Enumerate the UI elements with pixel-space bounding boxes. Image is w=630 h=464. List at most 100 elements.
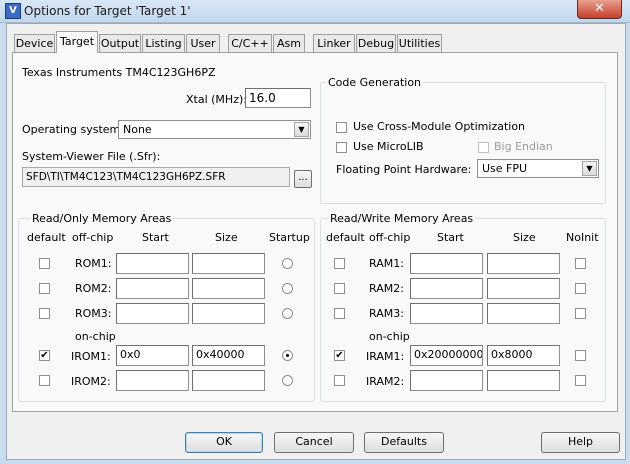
- tab-linker[interactable]: Linker: [313, 34, 355, 52]
- ram1-default-checkbox[interactable]: [334, 258, 345, 269]
- cross-module-checkbox[interactable]: [336, 122, 347, 133]
- ram3-noinit-checkbox[interactable]: [575, 308, 586, 319]
- iram2-label: IRAM2:: [366, 375, 405, 388]
- rom2-startup-radio[interactable]: [282, 283, 293, 294]
- iram2-size-input[interactable]: [487, 370, 560, 391]
- rom3-label: ROM3:: [75, 307, 112, 320]
- irom1-startup-radio[interactable]: [282, 350, 293, 361]
- svd-browse-button[interactable]: ...: [294, 170, 312, 188]
- ram2-start-input[interactable]: [410, 278, 483, 299]
- iram2-noinit-checkbox[interactable]: [575, 375, 586, 386]
- svd-label: System-Viewer File (.Sfr):: [22, 150, 161, 163]
- ram3-start-input[interactable]: [410, 303, 483, 324]
- window-title: Options for Target 'Target 1': [24, 4, 191, 18]
- ro-header-default: default: [27, 231, 66, 244]
- rw-header-offchip: off-chip: [369, 231, 411, 244]
- rom1-label: ROM1:: [75, 257, 112, 270]
- iram2-start-input[interactable]: [410, 370, 483, 391]
- iram1-default-checkbox[interactable]: ✔: [334, 350, 345, 361]
- rom1-start-input[interactable]: [116, 253, 189, 274]
- rw-header-size: Size: [513, 231, 536, 244]
- rom2-start-input[interactable]: [116, 278, 189, 299]
- tab-device[interactable]: Device: [14, 34, 55, 52]
- ram1-label: RAM1:: [369, 257, 404, 270]
- tab-asm[interactable]: Asm: [273, 34, 305, 52]
- uvision-icon: V: [5, 3, 21, 19]
- svd-input[interactable]: SFD\TI\TM4C123\TM4C123GH6PZ.SFR: [22, 167, 290, 187]
- iram1-noinit-checkbox[interactable]: [575, 350, 586, 361]
- rw-memory-title: Read/Write Memory Areas: [328, 212, 476, 225]
- iram1-label: IRAM1:: [366, 350, 405, 363]
- ok-button[interactable]: OK: [185, 432, 263, 453]
- rw-onchip-label: on-chip: [369, 330, 410, 343]
- fpu-label: Floating Point Hardware:: [336, 163, 472, 176]
- big-endian-label: Big Endian: [494, 140, 553, 153]
- rom3-start-input[interactable]: [116, 303, 189, 324]
- os-select[interactable]: None ▼: [118, 120, 311, 139]
- irom1-start-input[interactable]: 0x0: [116, 345, 189, 366]
- tab-debug[interactable]: Debug: [356, 34, 396, 52]
- close-button[interactable]: ✕: [577, 0, 622, 19]
- ram3-default-checkbox[interactable]: [334, 308, 345, 319]
- rom2-label: ROM2:: [75, 282, 112, 295]
- help-button[interactable]: Help: [541, 432, 620, 453]
- tab-user[interactable]: User: [186, 34, 220, 52]
- irom1-default-checkbox[interactable]: ✔: [39, 350, 50, 361]
- irom2-size-input[interactable]: [192, 370, 265, 391]
- iram2-default-checkbox[interactable]: [334, 375, 345, 386]
- microlib-checkbox[interactable]: [336, 142, 347, 153]
- rom3-default-checkbox[interactable]: [39, 308, 50, 319]
- big-endian-checkbox: [478, 142, 489, 153]
- ro-onchip-label: on-chip: [75, 330, 116, 343]
- ram2-size-input[interactable]: [487, 278, 560, 299]
- rw-header-start: Start: [437, 231, 464, 244]
- tab-c-cpp[interactable]: C/C++: [228, 34, 272, 52]
- device-name-label: Texas Instruments TM4C123GH6PZ: [22, 66, 216, 79]
- ram2-label: RAM2:: [369, 282, 404, 295]
- irom2-label: IROM2:: [71, 375, 111, 388]
- microlib-label: Use MicroLIB: [353, 140, 424, 153]
- ram2-noinit-checkbox[interactable]: [575, 283, 586, 294]
- ro-header-startup: Startup: [269, 231, 310, 244]
- irom2-default-checkbox[interactable]: [39, 375, 50, 386]
- xtal-label: Xtal (MHz):: [186, 93, 247, 106]
- irom1-label: IROM1:: [71, 350, 111, 363]
- tab-utilities[interactable]: Utilities: [397, 34, 442, 52]
- ram1-noinit-checkbox[interactable]: [575, 258, 586, 269]
- rw-header-noinit: NoInit: [566, 231, 599, 244]
- ro-header-offchip: off-chip: [72, 231, 114, 244]
- cancel-button[interactable]: Cancel: [274, 432, 354, 453]
- irom2-startup-radio[interactable]: [282, 375, 293, 386]
- rw-header-default: default: [326, 231, 365, 244]
- chevron-down-icon[interactable]: ▼: [582, 161, 597, 176]
- rom2-size-input[interactable]: [192, 278, 265, 299]
- os-label: Operating system:: [22, 123, 124, 136]
- iram1-start-input[interactable]: 0x20000000: [410, 345, 483, 366]
- irom2-start-input[interactable]: [116, 370, 189, 391]
- rom1-startup-radio[interactable]: [282, 258, 293, 269]
- rom3-size-input[interactable]: [192, 303, 265, 324]
- xtal-input[interactable]: 16.0: [245, 88, 311, 108]
- rom3-startup-radio[interactable]: [282, 308, 293, 319]
- os-value: None: [123, 123, 152, 136]
- fpu-select[interactable]: Use FPU ▼: [477, 159, 599, 178]
- rom1-default-checkbox[interactable]: [39, 258, 50, 269]
- ro-header-size: Size: [215, 231, 238, 244]
- code-generation-title: Code Generation: [326, 76, 424, 89]
- ram1-start-input[interactable]: [410, 253, 483, 274]
- rom1-size-input[interactable]: [192, 253, 265, 274]
- ram2-default-checkbox[interactable]: [334, 283, 345, 294]
- ram1-size-input[interactable]: [487, 253, 560, 274]
- irom1-size-input[interactable]: 0x40000: [192, 345, 265, 366]
- defaults-button[interactable]: Defaults: [364, 432, 444, 453]
- fpu-value: Use FPU: [482, 162, 528, 175]
- tab-output[interactable]: Output: [99, 34, 141, 52]
- ram3-label: RAM3:: [369, 307, 404, 320]
- chevron-down-icon[interactable]: ▼: [294, 122, 309, 137]
- rom2-default-checkbox[interactable]: [39, 283, 50, 294]
- ram3-size-input[interactable]: [487, 303, 560, 324]
- tab-listing[interactable]: Listing: [142, 34, 185, 52]
- ro-memory-title: Read/Only Memory Areas: [30, 212, 174, 225]
- iram1-size-input[interactable]: 0x8000: [487, 345, 560, 366]
- tab-target[interactable]: Target: [56, 31, 98, 53]
